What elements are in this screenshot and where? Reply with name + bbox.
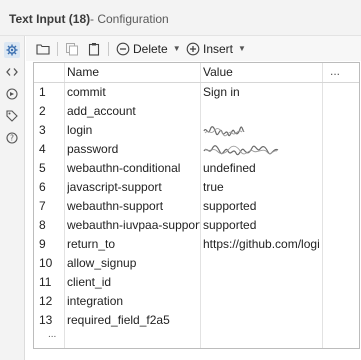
table-row[interactable]: 3 login bbox=[34, 121, 359, 140]
minus-circle-icon bbox=[116, 42, 130, 55]
gear-icon[interactable] bbox=[4, 42, 20, 58]
value-cell[interactable]: supported bbox=[203, 216, 320, 235]
row-number: 6 bbox=[39, 180, 46, 194]
row-number: 13 bbox=[39, 313, 53, 327]
value-cell[interactable] bbox=[203, 254, 320, 273]
tag-icon[interactable] bbox=[4, 108, 20, 124]
new-row-marker[interactable]: ... bbox=[48, 329, 56, 340]
row-number: 12 bbox=[39, 294, 53, 308]
delete-label: Delete bbox=[133, 41, 168, 56]
folder-icon bbox=[36, 43, 50, 55]
row-number: 2 bbox=[39, 104, 46, 118]
plus-circle-icon bbox=[186, 42, 200, 55]
table-row[interactable]: 11 client_id bbox=[34, 273, 359, 292]
chevron-down-icon: ▼ bbox=[238, 44, 246, 53]
delete-button[interactable]: Delete ▼ bbox=[116, 40, 181, 57]
redacted-value-cell[interactable] bbox=[203, 140, 320, 159]
table-row[interactable]: 9 return_to https://github.com/login bbox=[34, 235, 359, 254]
column-header-name[interactable]: Name bbox=[67, 63, 200, 82]
row-number: 1 bbox=[39, 85, 46, 99]
paste-button[interactable] bbox=[87, 40, 101, 57]
clipboard-icon bbox=[88, 42, 100, 56]
table-row[interactable]: 4 password bbox=[34, 140, 359, 159]
table-row[interactable]: 6 javascript-support true bbox=[34, 178, 359, 197]
name-cell[interactable]: password bbox=[67, 140, 200, 159]
name-cell[interactable]: integration bbox=[67, 292, 200, 311]
column-header-value[interactable]: Value bbox=[203, 63, 320, 82]
table-row[interactable]: 1 commit Sign in bbox=[34, 83, 359, 102]
name-cell[interactable]: login bbox=[67, 121, 200, 140]
column-menu-button[interactable]: ... bbox=[330, 63, 340, 82]
name-cell[interactable]: client_id bbox=[67, 273, 200, 292]
pin-icon[interactable] bbox=[4, 86, 20, 102]
row-number: 9 bbox=[39, 237, 46, 251]
grid-toolbar: Delete ▼ Insert ▼ bbox=[26, 36, 361, 61]
value-cell[interactable]: https://github.com/login bbox=[203, 235, 320, 254]
redaction-scribble bbox=[203, 125, 245, 137]
value-cell[interactable] bbox=[203, 292, 320, 311]
row-number: 8 bbox=[39, 218, 46, 232]
svg-text:?: ? bbox=[10, 134, 14, 143]
toolbar-divider bbox=[57, 42, 58, 56]
name-cell[interactable]: allow_signup bbox=[67, 254, 200, 273]
table-row[interactable]: 12 integration bbox=[34, 292, 359, 311]
value-cell[interactable] bbox=[203, 102, 320, 121]
insert-button[interactable]: Insert ▼ bbox=[186, 40, 246, 57]
value-cell[interactable]: supported bbox=[203, 197, 320, 216]
table-row[interactable]: 13 required_field_f2a5 bbox=[34, 311, 359, 330]
redacted-value-cell[interactable] bbox=[203, 121, 320, 140]
code-icon[interactable] bbox=[4, 64, 20, 80]
value-cell[interactable] bbox=[203, 311, 320, 330]
row-number: 10 bbox=[39, 256, 53, 270]
table-row[interactable]: 7 webauthn-support supported bbox=[34, 197, 359, 216]
row-number: 5 bbox=[39, 161, 46, 175]
open-folder-button[interactable] bbox=[36, 40, 50, 57]
name-cell[interactable]: required_field_f2a5 bbox=[67, 311, 200, 330]
row-number: 4 bbox=[39, 142, 46, 156]
name-cell[interactable]: javascript-support bbox=[67, 178, 200, 197]
redaction-scribble bbox=[203, 144, 279, 155]
panel-subtitle: - Configuration bbox=[90, 12, 169, 26]
value-cell[interactable] bbox=[203, 273, 320, 292]
name-cell[interactable]: webauthn-support bbox=[67, 197, 200, 216]
header-row: Name Value ... bbox=[34, 63, 359, 82]
row-number: 3 bbox=[39, 123, 46, 137]
table-row[interactable]: 8 webauthn-iuvpaa-support supported bbox=[34, 216, 359, 235]
name-cell[interactable]: webauthn-iuvpaa-support bbox=[67, 216, 200, 235]
tool-title: Text Input (18) bbox=[9, 12, 91, 26]
help-icon[interactable]: ? bbox=[4, 130, 20, 146]
row-number: 7 bbox=[39, 199, 46, 213]
row-number: 11 bbox=[39, 275, 52, 289]
value-cell[interactable]: undefined bbox=[203, 159, 320, 178]
toolbar-divider bbox=[108, 42, 109, 56]
name-cell[interactable]: return_to bbox=[67, 235, 200, 254]
name-cell[interactable]: webauthn-conditional bbox=[67, 159, 200, 178]
insert-label: Insert bbox=[203, 41, 234, 56]
value-cell[interactable]: Sign in bbox=[203, 83, 320, 102]
copy-button[interactable] bbox=[65, 40, 79, 57]
name-cell[interactable]: add_account bbox=[67, 102, 200, 121]
side-tabs: ? bbox=[0, 36, 25, 360]
table-row[interactable]: 10 allow_signup bbox=[34, 254, 359, 273]
table-row[interactable]: 5 webauthn-conditional undefined bbox=[34, 159, 359, 178]
table-row[interactable]: 2 add_account bbox=[34, 102, 359, 121]
chevron-down-icon: ▼ bbox=[172, 44, 181, 53]
name-cell[interactable]: commit bbox=[67, 83, 200, 102]
value-cell[interactable]: true bbox=[203, 178, 320, 197]
title-bar: Text Input (18) - Configuration bbox=[0, 0, 361, 36]
copy-icon bbox=[66, 42, 78, 55]
data-grid: Name Value ... 1 commit Sign in 2 add_ac… bbox=[33, 62, 360, 349]
